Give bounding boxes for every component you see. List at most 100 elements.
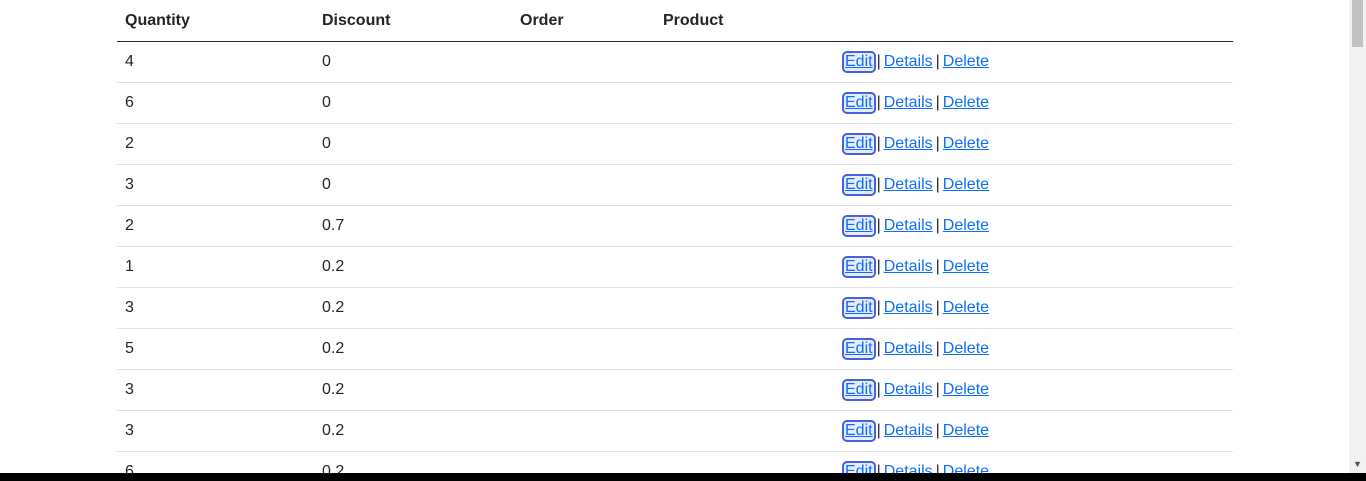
cell-product — [655, 205, 836, 247]
cell-order — [512, 328, 655, 370]
cell-actions: Edit | Details | Delete — [836, 123, 1233, 165]
edit-link[interactable]: Edit — [842, 51, 876, 73]
cell-quantity: 3 — [117, 410, 314, 452]
column-header-discount: Discount — [314, 0, 512, 42]
cell-product — [655, 123, 836, 165]
delete-link[interactable]: Delete — [943, 422, 989, 439]
cell-quantity: 2 — [117, 205, 314, 247]
delete-link[interactable]: Delete — [943, 94, 989, 111]
chevron-down-icon[interactable]: ▼ — [1349, 456, 1366, 473]
details-link[interactable]: Details — [884, 53, 933, 70]
page-viewport: Quantity Discount Order Product 4 0 Edit | D… — [0, 0, 1349, 473]
delete-link[interactable]: Delete — [943, 381, 989, 398]
delete-link[interactable]: Delete — [943, 53, 989, 70]
cell-discount: 0.2 — [314, 410, 512, 452]
scrollbar-thumb[interactable] — [1352, 0, 1363, 47]
action-separator: | — [876, 217, 881, 234]
action-separator: | — [876, 258, 881, 275]
table-row: 6 0 Edit | Details | Delete — [117, 82, 1233, 124]
cell-discount: 0 — [314, 164, 512, 206]
delete-link[interactable]: Delete — [943, 217, 989, 234]
action-separator: | — [935, 135, 940, 152]
table-row: 2 0.7 Edit | Details | Delete — [117, 205, 1233, 247]
column-header-product: Product — [655, 0, 836, 42]
action-separator: | — [876, 340, 881, 357]
details-link[interactable]: Details — [884, 340, 933, 357]
edit-link[interactable]: Edit — [842, 133, 876, 155]
delete-link[interactable]: Delete — [943, 299, 989, 316]
table-row: 4 0 Edit | Details | Delete — [117, 41, 1233, 83]
details-link[interactable]: Details — [884, 217, 933, 234]
action-separator: | — [935, 463, 940, 473]
edit-link[interactable]: Edit — [842, 338, 876, 360]
cell-product — [655, 410, 836, 452]
table-header-row: Quantity Discount Order Product — [117, 0, 1233, 42]
cell-quantity: 4 — [117, 41, 314, 83]
action-separator: | — [935, 94, 940, 111]
cell-discount: 0.7 — [314, 205, 512, 247]
cell-product — [655, 41, 836, 83]
cell-actions: Edit | Details | Delete — [836, 287, 1233, 329]
details-link[interactable]: Details — [884, 176, 933, 193]
details-link[interactable]: Details — [884, 258, 933, 275]
details-link[interactable]: Details — [884, 135, 933, 152]
table-row: 3 0.2 Edit | Details | Delete — [117, 410, 1233, 452]
details-link[interactable]: Details — [884, 299, 933, 316]
edit-link[interactable]: Edit — [842, 92, 876, 114]
delete-link[interactable]: Delete — [943, 258, 989, 275]
cell-product — [655, 82, 836, 124]
action-separator: | — [935, 258, 940, 275]
action-separator: | — [876, 135, 881, 152]
delete-link[interactable]: Delete — [943, 463, 989, 473]
edit-link[interactable]: Edit — [842, 256, 876, 278]
delete-link[interactable]: Delete — [943, 176, 989, 193]
cell-product — [655, 287, 836, 329]
details-link[interactable]: Details — [884, 463, 933, 473]
cell-quantity: 3 — [117, 369, 314, 411]
cell-discount: 0.2 — [314, 328, 512, 370]
edit-link[interactable]: Edit — [842, 174, 876, 196]
cell-order — [512, 123, 655, 165]
column-header-actions — [836, 0, 1233, 42]
cell-order — [512, 246, 655, 288]
table-row: 5 0.2 Edit | Details | Delete — [117, 328, 1233, 370]
action-separator: | — [935, 217, 940, 234]
cell-actions: Edit | Details | Delete — [836, 164, 1233, 206]
details-link[interactable]: Details — [884, 94, 933, 111]
edit-link[interactable]: Edit — [842, 215, 876, 237]
edit-link[interactable]: Edit — [842, 420, 876, 442]
cell-actions: Edit | Details | Delete — [836, 246, 1233, 288]
cell-order — [512, 451, 655, 473]
details-link[interactable]: Details — [884, 381, 933, 398]
cell-product — [655, 369, 836, 411]
cell-order — [512, 287, 655, 329]
cell-discount: 0 — [314, 82, 512, 124]
table-body: 4 0 Edit | Details | Delete 6 0 Edit | Details | Dele… — [117, 41, 1233, 473]
table-row: 3 0 Edit | Details | Delete — [117, 164, 1233, 206]
details-link[interactable]: Details — [884, 422, 933, 439]
action-separator: | — [935, 381, 940, 398]
action-separator: | — [935, 422, 940, 439]
cell-order — [512, 369, 655, 411]
table-row: 3 0.2 Edit | Details | Delete — [117, 369, 1233, 411]
action-separator: | — [935, 53, 940, 70]
cell-actions: Edit | Details | Delete — [836, 328, 1233, 370]
cell-discount: 0.2 — [314, 246, 512, 288]
edit-link[interactable]: Edit — [842, 379, 876, 401]
delete-link[interactable]: Delete — [943, 135, 989, 152]
cell-quantity: 3 — [117, 164, 314, 206]
cell-actions: Edit | Details | Delete — [836, 369, 1233, 411]
cell-quantity: 5 — [117, 328, 314, 370]
edit-link[interactable]: Edit — [842, 461, 876, 473]
vertical-scrollbar[interactable]: ▼ — [1349, 0, 1366, 473]
cell-discount: 0.2 — [314, 369, 512, 411]
delete-link[interactable]: Delete — [943, 340, 989, 357]
cell-product — [655, 451, 836, 473]
cell-product — [655, 164, 836, 206]
cell-order — [512, 410, 655, 452]
cell-actions: Edit | Details | Delete — [836, 205, 1233, 247]
column-header-quantity: Quantity — [117, 0, 314, 42]
action-separator: | — [876, 176, 881, 193]
edit-link[interactable]: Edit — [842, 297, 876, 319]
table-row: 6 0.2 Edit | Details | Delete — [117, 451, 1233, 473]
